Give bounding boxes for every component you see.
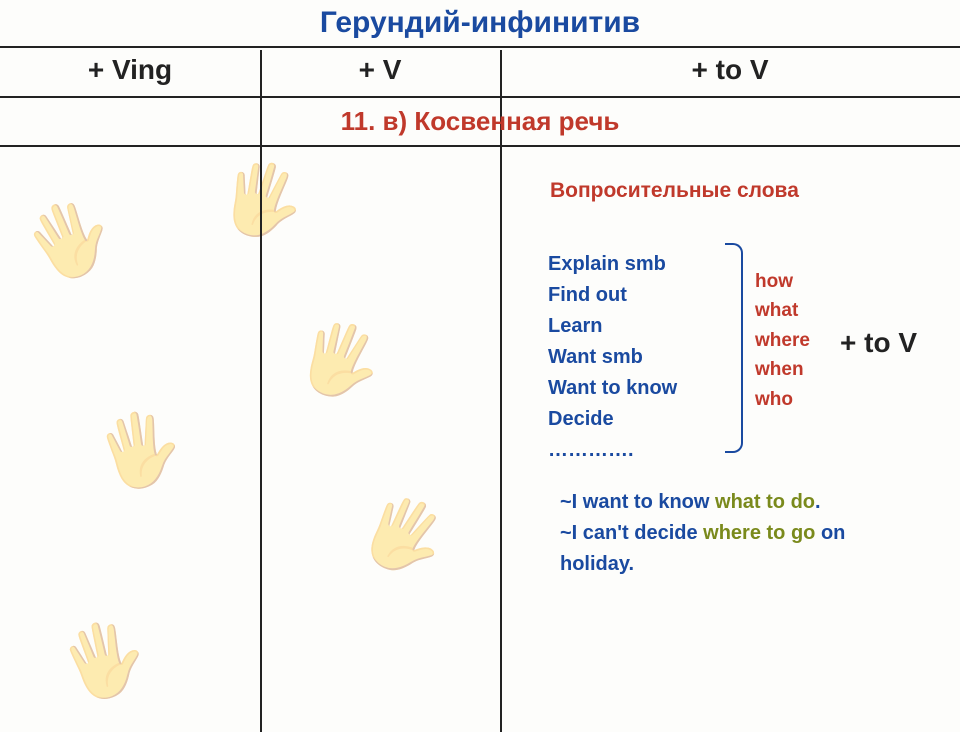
example-highlight: what to do	[715, 491, 815, 513]
example-sentence: ~I can't decide where to go on holiday.	[560, 518, 920, 580]
examples: ~I want to know what to do. ~I can't dec…	[560, 487, 920, 580]
formula-text: + to V	[840, 327, 917, 359]
verb-item: Want smb	[548, 342, 677, 373]
qword-item: when	[755, 355, 810, 384]
qword-item: how	[755, 267, 810, 296]
example-part: ~I want to know	[560, 491, 715, 513]
divider-line	[500, 50, 502, 732]
divider-line	[260, 50, 262, 732]
example-part: .	[815, 491, 821, 513]
verb-item: Decide	[548, 404, 677, 435]
verb-list: Explain smb Find out Learn Want smb Want…	[548, 249, 677, 466]
verb-item: Want to know	[548, 373, 677, 404]
page-title: Герундий-инфинитив	[0, 0, 960, 40]
example-highlight: where to go	[703, 522, 815, 544]
column-headers: + Ving + V + to V	[0, 46, 960, 96]
question-words: how what where when who	[755, 267, 810, 414]
verb-item: Learn	[548, 311, 677, 342]
section-heading: 11. в) Косвенная речь	[0, 96, 960, 147]
col-tov: + to V	[500, 48, 960, 96]
qword-item: what	[755, 296, 810, 325]
col-v: + V	[260, 48, 500, 96]
example-sentence: ~I want to know what to do.	[560, 487, 920, 518]
subheading: Вопросительные слова	[550, 179, 799, 203]
content: Вопросительные слова Explain smb Find ou…	[0, 147, 960, 707]
verb-item: Explain smb	[548, 249, 677, 280]
col-ving: + Ving	[0, 48, 260, 96]
example-part: ~I can't decide	[560, 522, 703, 544]
qword-item: where	[755, 326, 810, 355]
qword-item: who	[755, 385, 810, 414]
verb-item: ………….	[548, 435, 677, 466]
verb-item: Find out	[548, 280, 677, 311]
curly-brace-icon	[725, 243, 743, 453]
